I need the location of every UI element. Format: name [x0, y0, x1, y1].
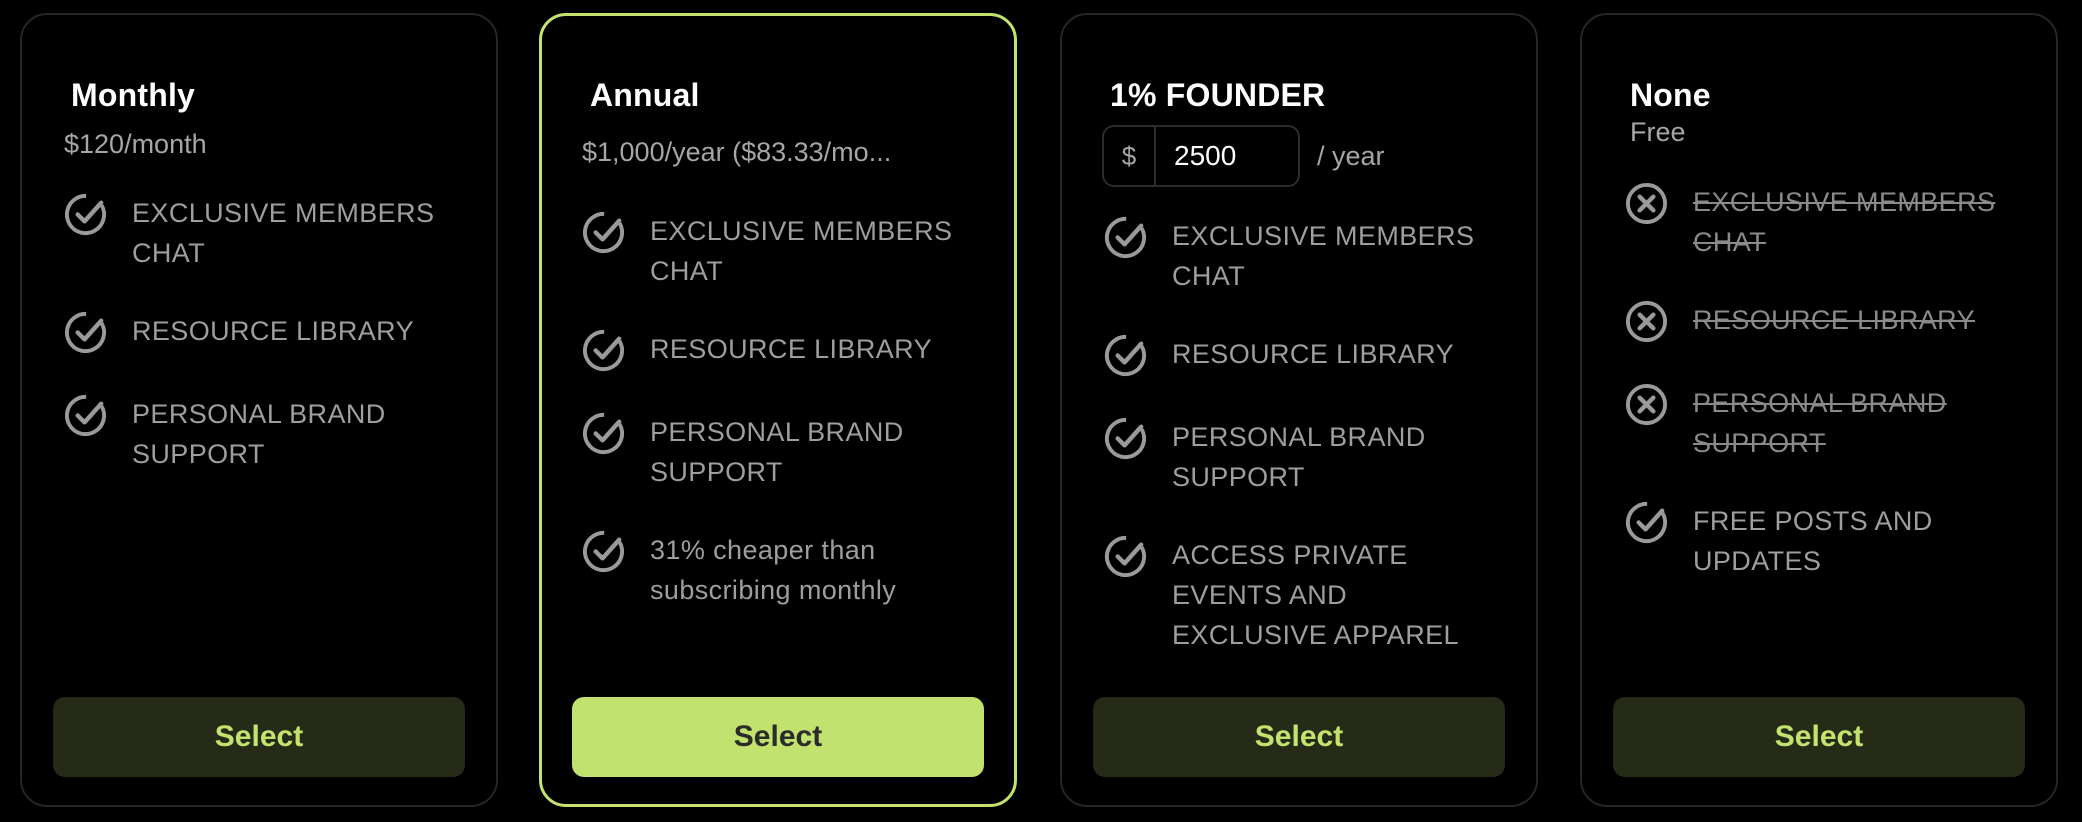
feature-list: EXCLUSIVE MEMBERS CHAT RESOURCE LIBRARY … — [580, 211, 984, 648]
feature-list: EXCLUSIVE MEMBERS CHAT RESOURCE LIBRARY … — [1102, 216, 1506, 693]
price-amount-input[interactable] — [1156, 127, 1298, 185]
feature-item: PERSONAL BRAND SUPPORT — [62, 394, 466, 474]
feature-item-excluded: PERSONAL BRAND SUPPORT — [1623, 383, 2026, 463]
check-circle-icon — [580, 327, 627, 374]
check-circle-icon — [62, 191, 109, 238]
feature-item: ACCESS PRIVATE EVENTS AND EXCLUSIVE APPA… — [1102, 535, 1506, 655]
plan-title: None — [1630, 77, 1711, 113]
plan-card-annual[interactable]: Annual $1,000/year ($83.33/mo... EXCLUSI… — [539, 13, 1017, 807]
plan-card-founder[interactable]: 1% FOUNDER $ / year EXCLUSIVE MEMBERS CH… — [1060, 13, 1538, 807]
feature-label: PERSONAL BRAND SUPPORT — [132, 399, 386, 469]
select-button[interactable]: Select — [1093, 697, 1505, 777]
feature-label: FREE POSTS AND UPDATES — [1693, 506, 1933, 576]
x-circle-icon — [1623, 298, 1670, 345]
feature-item: EXCLUSIVE MEMBERS CHAT — [62, 193, 466, 273]
feature-item: EXCLUSIVE MEMBERS CHAT — [1102, 216, 1506, 296]
check-circle-icon — [580, 410, 627, 457]
select-button[interactable]: Select — [1613, 697, 2025, 777]
feature-label: RESOURCE LIBRARY — [650, 334, 932, 364]
feature-item: EXCLUSIVE MEMBERS CHAT — [580, 211, 984, 291]
feature-label: RESOURCE LIBRARY — [132, 316, 414, 346]
price-input-group: $ — [1102, 125, 1300, 187]
check-circle-icon — [580, 209, 627, 256]
currency-symbol: $ — [1104, 127, 1156, 185]
check-circle-icon — [62, 392, 109, 439]
select-button[interactable]: Select — [572, 697, 984, 777]
check-circle-icon — [62, 309, 109, 356]
check-circle-icon — [1102, 214, 1149, 261]
plan-card-monthly[interactable]: Monthly $120/month EXCLUSIVE MEMBERS CHA… — [20, 13, 498, 807]
feature-label: EXCLUSIVE MEMBERS CHAT — [132, 198, 435, 268]
feature-label: PERSONAL BRAND SUPPORT — [1172, 422, 1426, 492]
check-circle-icon — [1102, 533, 1149, 580]
feature-item: 31% cheaper than subscribing monthly — [580, 530, 984, 610]
feature-label: PERSONAL BRAND SUPPORT — [1693, 388, 1947, 458]
feature-label: RESOURCE LIBRARY — [1693, 305, 1975, 335]
x-circle-icon — [1623, 381, 1670, 428]
feature-list: EXCLUSIVE MEMBERS CHAT RESOURCE LIBRARY … — [1623, 182, 2026, 619]
check-circle-icon — [580, 528, 627, 575]
plan-price: $1,000/year ($83.33/mo... — [582, 137, 892, 167]
feature-label: EXCLUSIVE MEMBERS CHAT — [1693, 187, 1996, 257]
check-circle-icon — [1102, 332, 1149, 379]
check-circle-icon — [1102, 415, 1149, 462]
feature-list: EXCLUSIVE MEMBERS CHAT RESOURCE LIBRARY … — [62, 193, 466, 512]
feature-label: PERSONAL BRAND SUPPORT — [650, 417, 904, 487]
feature-item: RESOURCE LIBRARY — [580, 329, 984, 374]
feature-label: RESOURCE LIBRARY — [1172, 339, 1454, 369]
feature-item: PERSONAL BRAND SUPPORT — [580, 412, 984, 492]
plan-title: Annual — [590, 77, 700, 113]
select-button[interactable]: Select — [53, 697, 465, 777]
feature-item: PERSONAL BRAND SUPPORT — [1102, 417, 1506, 497]
feature-item-excluded: RESOURCE LIBRARY — [1623, 300, 2026, 345]
plan-card-none[interactable]: None Free EXCLUSIVE MEMBERS CHAT RESOURC… — [1580, 13, 2058, 807]
feature-label: ACCESS PRIVATE EVENTS AND EXCLUSIVE APPA… — [1172, 540, 1459, 650]
plan-price: $120/month — [64, 129, 207, 159]
check-circle-icon — [1623, 499, 1670, 546]
feature-label: EXCLUSIVE MEMBERS CHAT — [1172, 221, 1475, 291]
plan-price: Free — [1630, 117, 1686, 147]
price-period: / year — [1317, 140, 1385, 171]
feature-item: FREE POSTS AND UPDATES — [1623, 501, 2026, 581]
x-circle-icon — [1623, 180, 1670, 227]
feature-label: 31% cheaper than subscribing monthly — [650, 535, 897, 605]
custom-price-field: $ / year — [1102, 125, 1385, 187]
feature-item-excluded: EXCLUSIVE MEMBERS CHAT — [1623, 182, 2026, 262]
feature-item: RESOURCE LIBRARY — [1102, 334, 1506, 379]
feature-label: EXCLUSIVE MEMBERS CHAT — [650, 216, 953, 286]
feature-item: RESOURCE LIBRARY — [62, 311, 466, 356]
plan-title: 1% FOUNDER — [1110, 77, 1326, 113]
plan-title: Monthly — [71, 77, 196, 113]
